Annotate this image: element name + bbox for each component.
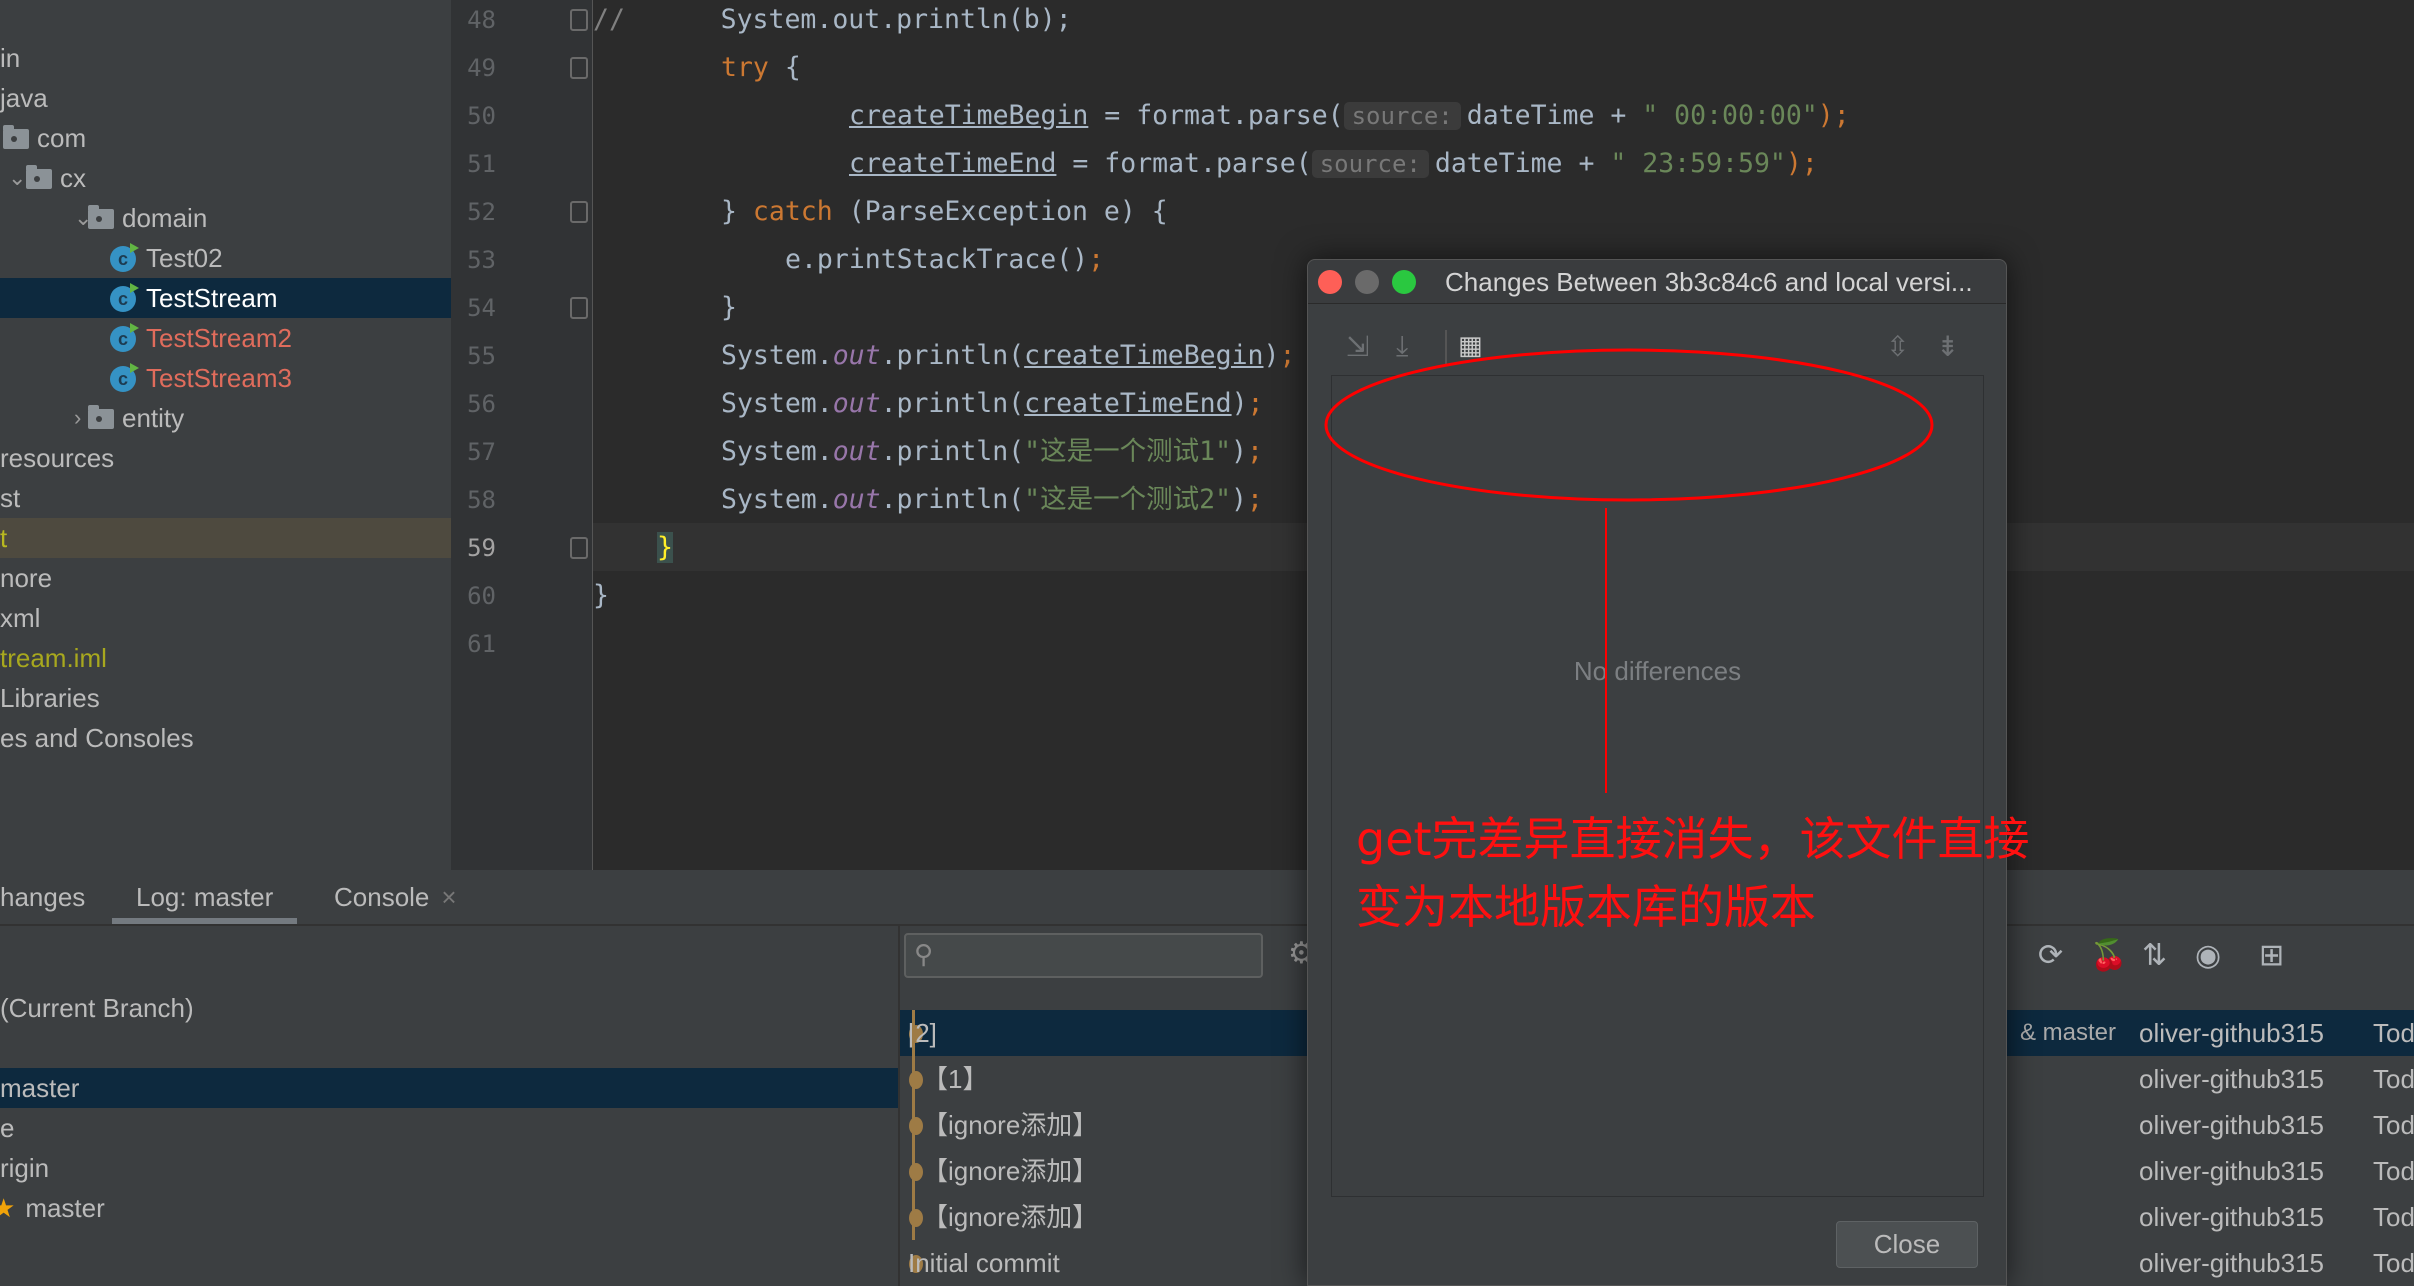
fold-marker-icon[interactable]	[570, 537, 588, 559]
line-number: 51	[467, 150, 496, 178]
line-number: 48	[467, 6, 496, 34]
line-number: 57	[467, 438, 496, 466]
new-tab-icon[interactable]: ⊞	[2259, 938, 2284, 973]
annotation-line-1: get完差异直接消失，该文件直接	[1356, 812, 2030, 866]
line-number: 50	[467, 102, 496, 130]
line-number: 58	[467, 486, 496, 514]
fold-marker-icon[interactable]	[570, 57, 588, 79]
line-number: 53	[467, 246, 496, 274]
eye-icon[interactable]: ◉	[2195, 938, 2221, 973]
annotation-ellipse	[1324, 348, 1934, 502]
cherry-pick-icon[interactable]: 🍒	[2090, 938, 2127, 973]
commit-graph-line	[912, 1010, 915, 1240]
line-number: 55	[467, 342, 496, 370]
line-number: 52	[467, 198, 496, 226]
line-number: 61	[467, 630, 496, 658]
annotation-line-2: 变为本地版本库的版本	[1356, 880, 1816, 934]
fold-marker-icon[interactable]	[570, 201, 588, 223]
annotation-text: get完差异直接消失，该文件直接 变为本地版本库的版本	[1356, 805, 2030, 941]
line-number: 56	[467, 390, 496, 418]
sort-icon[interactable]: ⇅	[2142, 938, 2167, 973]
line-number: 60	[467, 582, 496, 610]
line-number: 54	[467, 294, 496, 322]
line-number: 59	[467, 534, 496, 562]
fold-marker-icon[interactable]	[570, 297, 588, 319]
line-number: 49	[467, 54, 496, 82]
refresh-icon[interactable]: ⟳	[2038, 938, 2063, 973]
annotation-overlay	[1324, 348, 1934, 793]
fold-marker-icon[interactable]	[570, 9, 588, 31]
